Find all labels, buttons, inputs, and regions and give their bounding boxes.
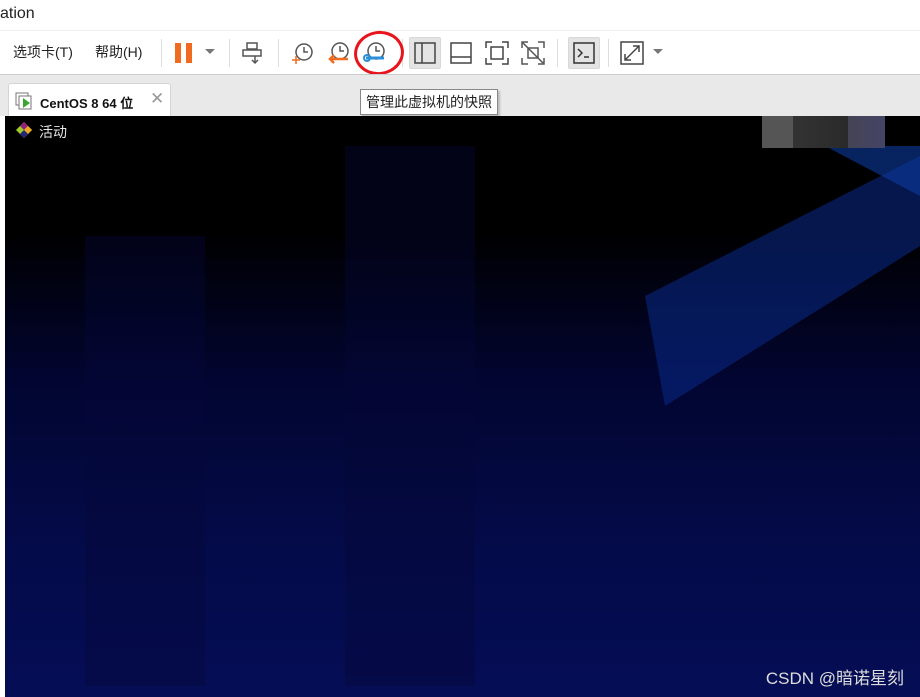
power-dropdown[interactable] (205, 49, 215, 54)
send-keys-icon (242, 42, 262, 65)
thumbnail-bar-icon (450, 42, 472, 64)
separator (229, 39, 230, 67)
thumbnail-bar-button[interactable] (445, 37, 477, 69)
revert-snapshot-button[interactable] (322, 37, 354, 69)
console-view-icon (573, 42, 595, 64)
separator (278, 39, 279, 67)
unity-icon (521, 41, 545, 65)
separator (608, 39, 609, 67)
separator (557, 39, 558, 67)
wallpaper-pattern (85, 146, 920, 686)
centos-logo-icon (16, 122, 32, 138)
console-view-button[interactable] (568, 37, 600, 69)
menu-help[interactable]: 帮助(H) (95, 42, 142, 62)
pause-icon (175, 43, 192, 63)
vm-console[interactable]: 活动 (5, 116, 920, 697)
separator (161, 39, 162, 67)
watermark: CSDN @暗诺星刻 (765, 669, 904, 688)
window-title: ation (0, 5, 35, 22)
library-view-icon (414, 42, 436, 64)
tab-label: CentOS 8 64 位 (40, 96, 134, 111)
toolbar: 选项卡(T) 帮助(H) (0, 30, 920, 74)
show-library-button[interactable] (409, 37, 441, 69)
redacted-area (762, 116, 885, 148)
full-screen-icon (485, 41, 509, 65)
stretch-button[interactable] (616, 37, 648, 69)
activities-button[interactable]: 活动 (39, 122, 67, 142)
stretch-dropdown[interactable] (653, 49, 663, 54)
unity-button[interactable] (517, 37, 549, 69)
take-snapshot-icon (292, 43, 313, 64)
pause-button[interactable] (168, 37, 200, 69)
stretch-icon (620, 41, 644, 65)
full-screen-button[interactable] (481, 37, 513, 69)
send-keys-button[interactable] (237, 37, 269, 69)
tooltip: 管理此虚拟机的快照 (360, 89, 498, 115)
menu-tabs[interactable]: 选项卡(T) (13, 42, 73, 62)
take-snapshot-button[interactable] (286, 37, 318, 69)
revert-snapshot-icon (328, 42, 349, 64)
vm-running-icon (15, 92, 32, 110)
tab-close-icon[interactable]: ✕ (150, 89, 164, 109)
tab-centos[interactable]: CentOS 8 64 位 ✕ (8, 83, 171, 117)
